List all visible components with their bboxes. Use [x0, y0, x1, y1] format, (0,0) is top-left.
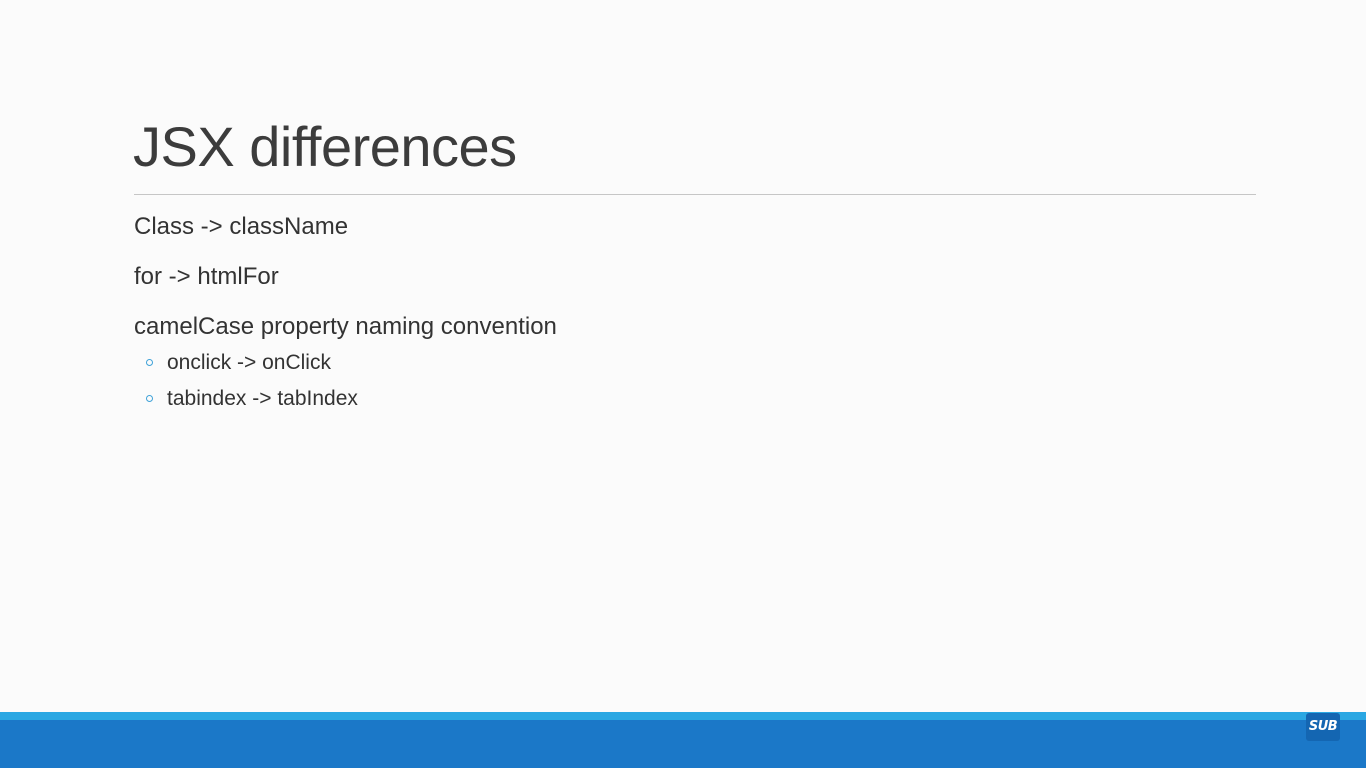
bullet-item: Class -> className	[134, 212, 557, 242]
slide-title: JSX differences	[133, 115, 517, 178]
bullet-text: Class -> className	[134, 213, 349, 240]
sub-bullet-item: onclick -> onClick	[134, 348, 557, 378]
bullet-item: for -> htmlFor	[134, 262, 557, 292]
bullet-list: Class -> className for -> htmlFor camelC…	[134, 212, 557, 414]
footer-stripe	[0, 712, 1366, 720]
sub-bullet-text: onclick -> onClick	[167, 351, 331, 374]
footer-bar	[0, 720, 1366, 768]
bullet-text: camelCase property naming convention	[134, 313, 557, 340]
sub-bullet-item: tabindex -> tabIndex	[134, 384, 557, 414]
circle-bullet-icon	[146, 359, 153, 366]
sub-logo-icon: SUB	[1306, 713, 1340, 741]
bullet-text: for -> htmlFor	[134, 263, 279, 290]
sub-bullet-text: tabindex -> tabIndex	[167, 387, 358, 410]
bullet-item: camelCase property naming convention onc…	[134, 312, 557, 414]
circle-bullet-icon	[146, 395, 153, 402]
slide: JSX differences Class -> className for -…	[0, 0, 1366, 768]
title-divider	[134, 194, 1256, 195]
sub-bullet-list: onclick -> onClick tabindex -> tabIndex	[134, 348, 557, 414]
